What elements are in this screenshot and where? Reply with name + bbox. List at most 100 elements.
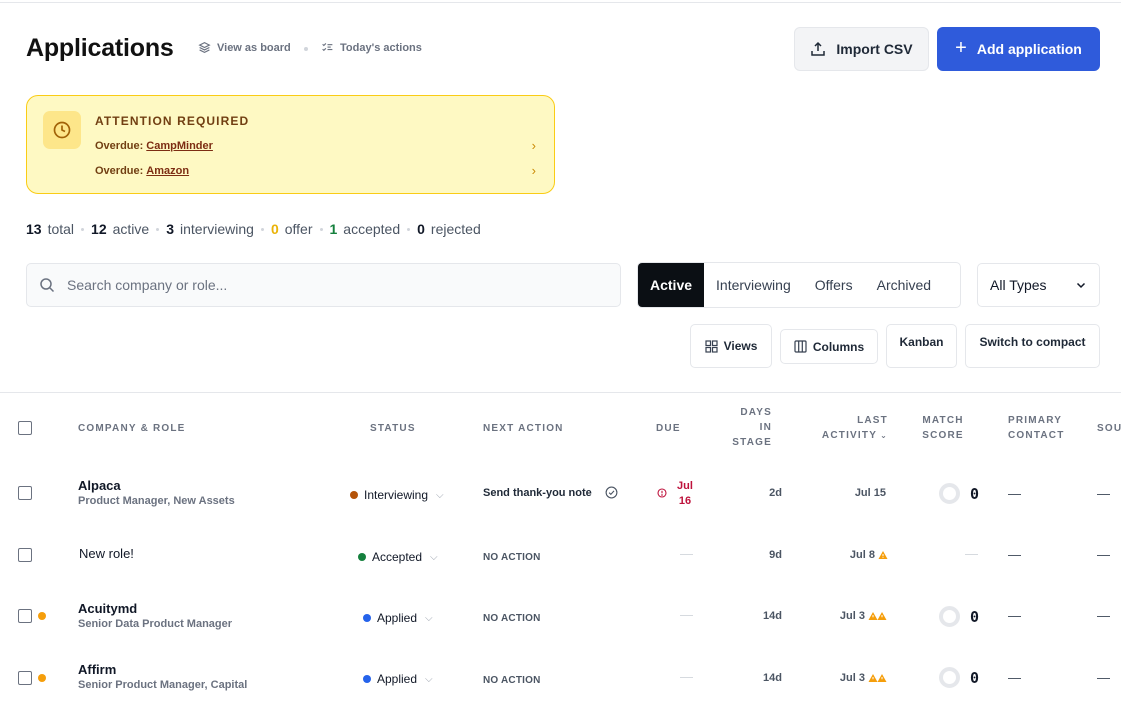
tab-interviewing[interactable]: Interviewing (704, 263, 803, 307)
header-source[interactable]: SOU (1097, 421, 1121, 436)
source: — (1097, 608, 1110, 623)
plus-icon: + (955, 37, 967, 59)
select-all-checkbox[interactable] (18, 421, 32, 435)
double-warning-icon (868, 674, 887, 682)
stat-offer: 0 offer (270, 221, 313, 237)
page-title: Applications (26, 34, 174, 62)
next-action-text[interactable]: NO ACTION (483, 675, 541, 686)
header-due[interactable]: DUE (656, 421, 681, 436)
chevron-down-icon: ⌵ (425, 673, 433, 685)
status-label: Accepted (372, 550, 423, 564)
tab-offers[interactable]: Offers (803, 263, 865, 307)
header-primary-contact[interactable]: PRIMARY CONTACT (1008, 413, 1065, 443)
row-checkbox[interactable] (18, 609, 32, 623)
attention-dot (38, 612, 46, 620)
add-application-button[interactable]: + Add application (937, 27, 1100, 71)
stat-active: 12 active (91, 221, 150, 237)
checklist-icon (322, 43, 333, 52)
switch-compact-button[interactable]: Switch to compact (965, 324, 1100, 368)
check-circle-icon[interactable] (605, 486, 618, 499)
table-row-company[interactable]: New role! (79, 546, 134, 561)
attention-item-amazon[interactable]: Overdue: Amazon › (95, 163, 536, 178)
header-status[interactable]: STATUS (370, 421, 416, 436)
status-dot (350, 491, 358, 499)
columns-icon (794, 340, 807, 353)
last-activity: Jul 3 (812, 672, 888, 684)
row-checkbox[interactable] (18, 671, 32, 685)
type-filter-select[interactable]: All Types (977, 263, 1100, 307)
overdue-company-link[interactable]: Amazon (146, 165, 189, 177)
status-label: Applied (377, 672, 418, 686)
next-action-text[interactable]: NO ACTION (483, 613, 541, 624)
status-label: Interviewing (364, 488, 429, 502)
table-row-company[interactable]: Alpaca Product Manager, New Assets (78, 478, 235, 507)
next-action-cell[interactable]: Send thank-you note (483, 486, 618, 499)
attention-title: ATTENTION REQUIRED (95, 114, 250, 128)
days-in-stage: 14d (763, 672, 782, 684)
match-score: — (965, 546, 978, 561)
status-dropdown[interactable]: Accepted ⌵ (358, 550, 438, 564)
chevron-down-icon: ⌵ (430, 551, 438, 563)
table-row-company[interactable]: Acuitymd Senior Data Product Manager (78, 601, 232, 630)
chevron-down-icon (1076, 282, 1086, 289)
grid-icon (704, 339, 718, 353)
todays-actions-link[interactable]: Today's actions (321, 41, 422, 54)
chevron-down-icon: ⌵ (436, 489, 444, 501)
double-warning-icon (868, 612, 887, 620)
days-in-stage: 2d (769, 487, 782, 499)
stat-interviewing: 3 interviewing (166, 221, 254, 237)
kanban-button[interactable]: Kanban (886, 324, 957, 368)
status-dropdown[interactable]: Applied ⌵ (363, 672, 433, 686)
status-dropdown[interactable]: Interviewing ⌵ (350, 488, 444, 502)
match-score: 0 (939, 667, 979, 688)
attention-item-campminder[interactable]: Overdue: CampMinder › (95, 138, 536, 153)
import-csv-button[interactable]: Import CSV (794, 27, 929, 71)
columns-button[interactable]: Columns (780, 329, 878, 364)
attention-panel: ATTENTION REQUIRED Overdue: CampMinder › … (26, 95, 555, 194)
tab-archived[interactable]: Archived (865, 263, 943, 307)
row-checkbox[interactable] (18, 548, 32, 562)
status-dropdown[interactable]: Applied ⌵ (363, 611, 433, 625)
overdue-company-link[interactable]: CampMinder (146, 140, 213, 152)
role-name: Senior Data Product Manager (78, 618, 233, 630)
row-checkbox[interactable] (18, 486, 32, 500)
days-in-stage: 14d (763, 610, 782, 622)
header-separator (304, 47, 308, 51)
header-last-activity[interactable]: LAST ACTIVITY ⌄ (812, 413, 888, 443)
views-button[interactable]: Views (690, 324, 772, 368)
primary-contact: — (1008, 670, 1021, 685)
next-action-text: Send thank-you note (483, 486, 592, 499)
primary-contact: — (1008, 486, 1021, 501)
stat-total: 13 total (26, 221, 75, 237)
chevron-right-icon: › (531, 138, 536, 153)
switch-compact-label: Switch to compact (979, 335, 1086, 349)
view-as-board-label: View as board (217, 41, 291, 54)
chevron-right-icon: › (531, 163, 536, 178)
search-icon (40, 278, 55, 293)
header-company-role[interactable]: COMPANY & ROLE (78, 421, 186, 436)
role-name: Product Manager, New Assets (78, 495, 235, 507)
search-box (26, 263, 621, 307)
view-as-board-link[interactable]: View as board (198, 41, 291, 54)
table-divider (0, 392, 1121, 393)
top-divider (0, 2, 1121, 3)
company-name: Acuitymd (78, 601, 138, 616)
primary-contact: — (1008, 608, 1021, 623)
due-empty: — (680, 669, 693, 684)
views-label: Views (723, 339, 758, 353)
due-empty: — (680, 607, 693, 622)
source: — (1097, 547, 1110, 562)
header-days-in-stage[interactable]: DAYS IN STAGE (728, 405, 772, 450)
table-row-company[interactable]: Affirm Senior Product Manager, Capital (78, 662, 247, 691)
next-action-text[interactable]: NO ACTION (483, 552, 541, 563)
header-match-score[interactable]: MATCH SCORE (920, 413, 966, 443)
status-label: Applied (377, 611, 418, 625)
source: — (1097, 486, 1110, 501)
tab-active[interactable]: Active (638, 263, 705, 307)
match-score: 0 (939, 606, 979, 627)
role-name: Senior Product Manager, Capital (78, 679, 248, 691)
header-next-action[interactable]: NEXT ACTION (483, 421, 564, 436)
due-empty: — (680, 546, 693, 561)
search-input[interactable] (67, 277, 587, 293)
last-activity: Jul 3 (812, 610, 888, 622)
